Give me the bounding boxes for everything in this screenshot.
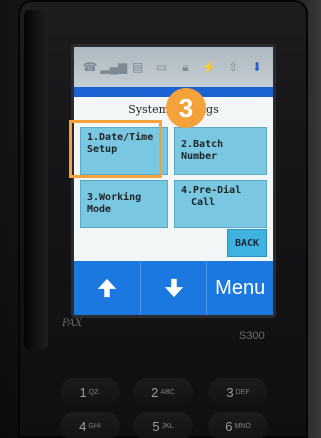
printer-icon: ▤ [132,60,144,74]
key-digit: 4 [79,418,87,434]
key-5[interactable]: 5 JKL [133,412,193,438]
status-bar: ☎ ▂▄▆ ▤ ▭ 🔒︎ ⚡ ⇧ ⬇ [74,47,273,87]
key-3[interactable]: 3 DEF [208,378,268,406]
key-letters: QZ. [88,388,101,396]
step-number-badge: 3 [166,88,206,128]
menu-item-pre-dial-call[interactable]: 4.Pre-Dial Call [174,180,267,228]
arrow-down-icon [164,278,183,298]
key-letters: GHI [88,422,101,430]
menu-item-label: 2.Batch Number [181,139,224,162]
key-6[interactable]: 6 MNO [208,412,268,438]
card-icon: ▭ [155,60,168,74]
key-letters: MNO [234,422,251,430]
menu-button[interactable]: Menu [207,261,273,315]
menu-item-label: 3.Working Mode [87,192,142,215]
key-1[interactable]: 1 QZ. [60,378,120,406]
arrow-down-icon: ⬇ [252,60,263,74]
key-letters: JKL [161,422,174,430]
key-digit: 5 [152,418,160,434]
device-side-rail [24,10,48,350]
keypad: 1 QZ. 2 ABC 3 DEF 4 GHI 5 JKL 6 MNO [40,366,290,438]
phone-icon: ☎ [82,60,98,74]
key-letters: DEF [235,388,250,396]
key-4[interactable]: 4 GHI [60,412,120,438]
key-2[interactable]: 2 ABC [133,378,193,406]
plug-icon: ⚡ [201,60,217,74]
terminal-screen: ☎ ▂▄▆ ▤ ▭ 🔒︎ ⚡ ⇧ ⬇ System Settings 1.Dat… [71,44,276,318]
step-highlight-box [69,120,162,178]
model-label: S300 [239,330,265,342]
brand-logo: PAX [62,318,83,329]
key-digit: 2 [151,384,159,400]
signal-icon: ▂▄▆ [100,60,128,74]
key-letters: ABC [160,388,175,396]
back-button[interactable]: BACK [227,229,267,257]
menu-item-batch-number[interactable]: 2.Batch Number [174,127,267,175]
lock-icon: 🔒︎ [182,59,189,74]
arrow-up-icon [97,278,116,298]
key-digit: 3 [226,384,234,400]
menu-item-label: 4.Pre-Dial [181,185,242,196]
scroll-up-button[interactable] [74,261,141,315]
bottom-nav-bar: Menu [74,261,273,315]
arrow-up-icon: ⇧ [228,60,239,74]
key-digit: 1 [79,384,87,400]
menu-item-working-mode[interactable]: 3.Working Mode [80,180,168,228]
key-digit: 6 [225,418,233,434]
menu-button-label: Menu [215,276,266,299]
menu-item-label: Call [191,197,216,208]
scroll-down-button[interactable] [141,261,208,315]
photo-scene: ☎ ▂▄▆ ▤ ▭ 🔒︎ ⚡ ⇧ ⬇ System Settings 1.Dat… [0,0,321,438]
